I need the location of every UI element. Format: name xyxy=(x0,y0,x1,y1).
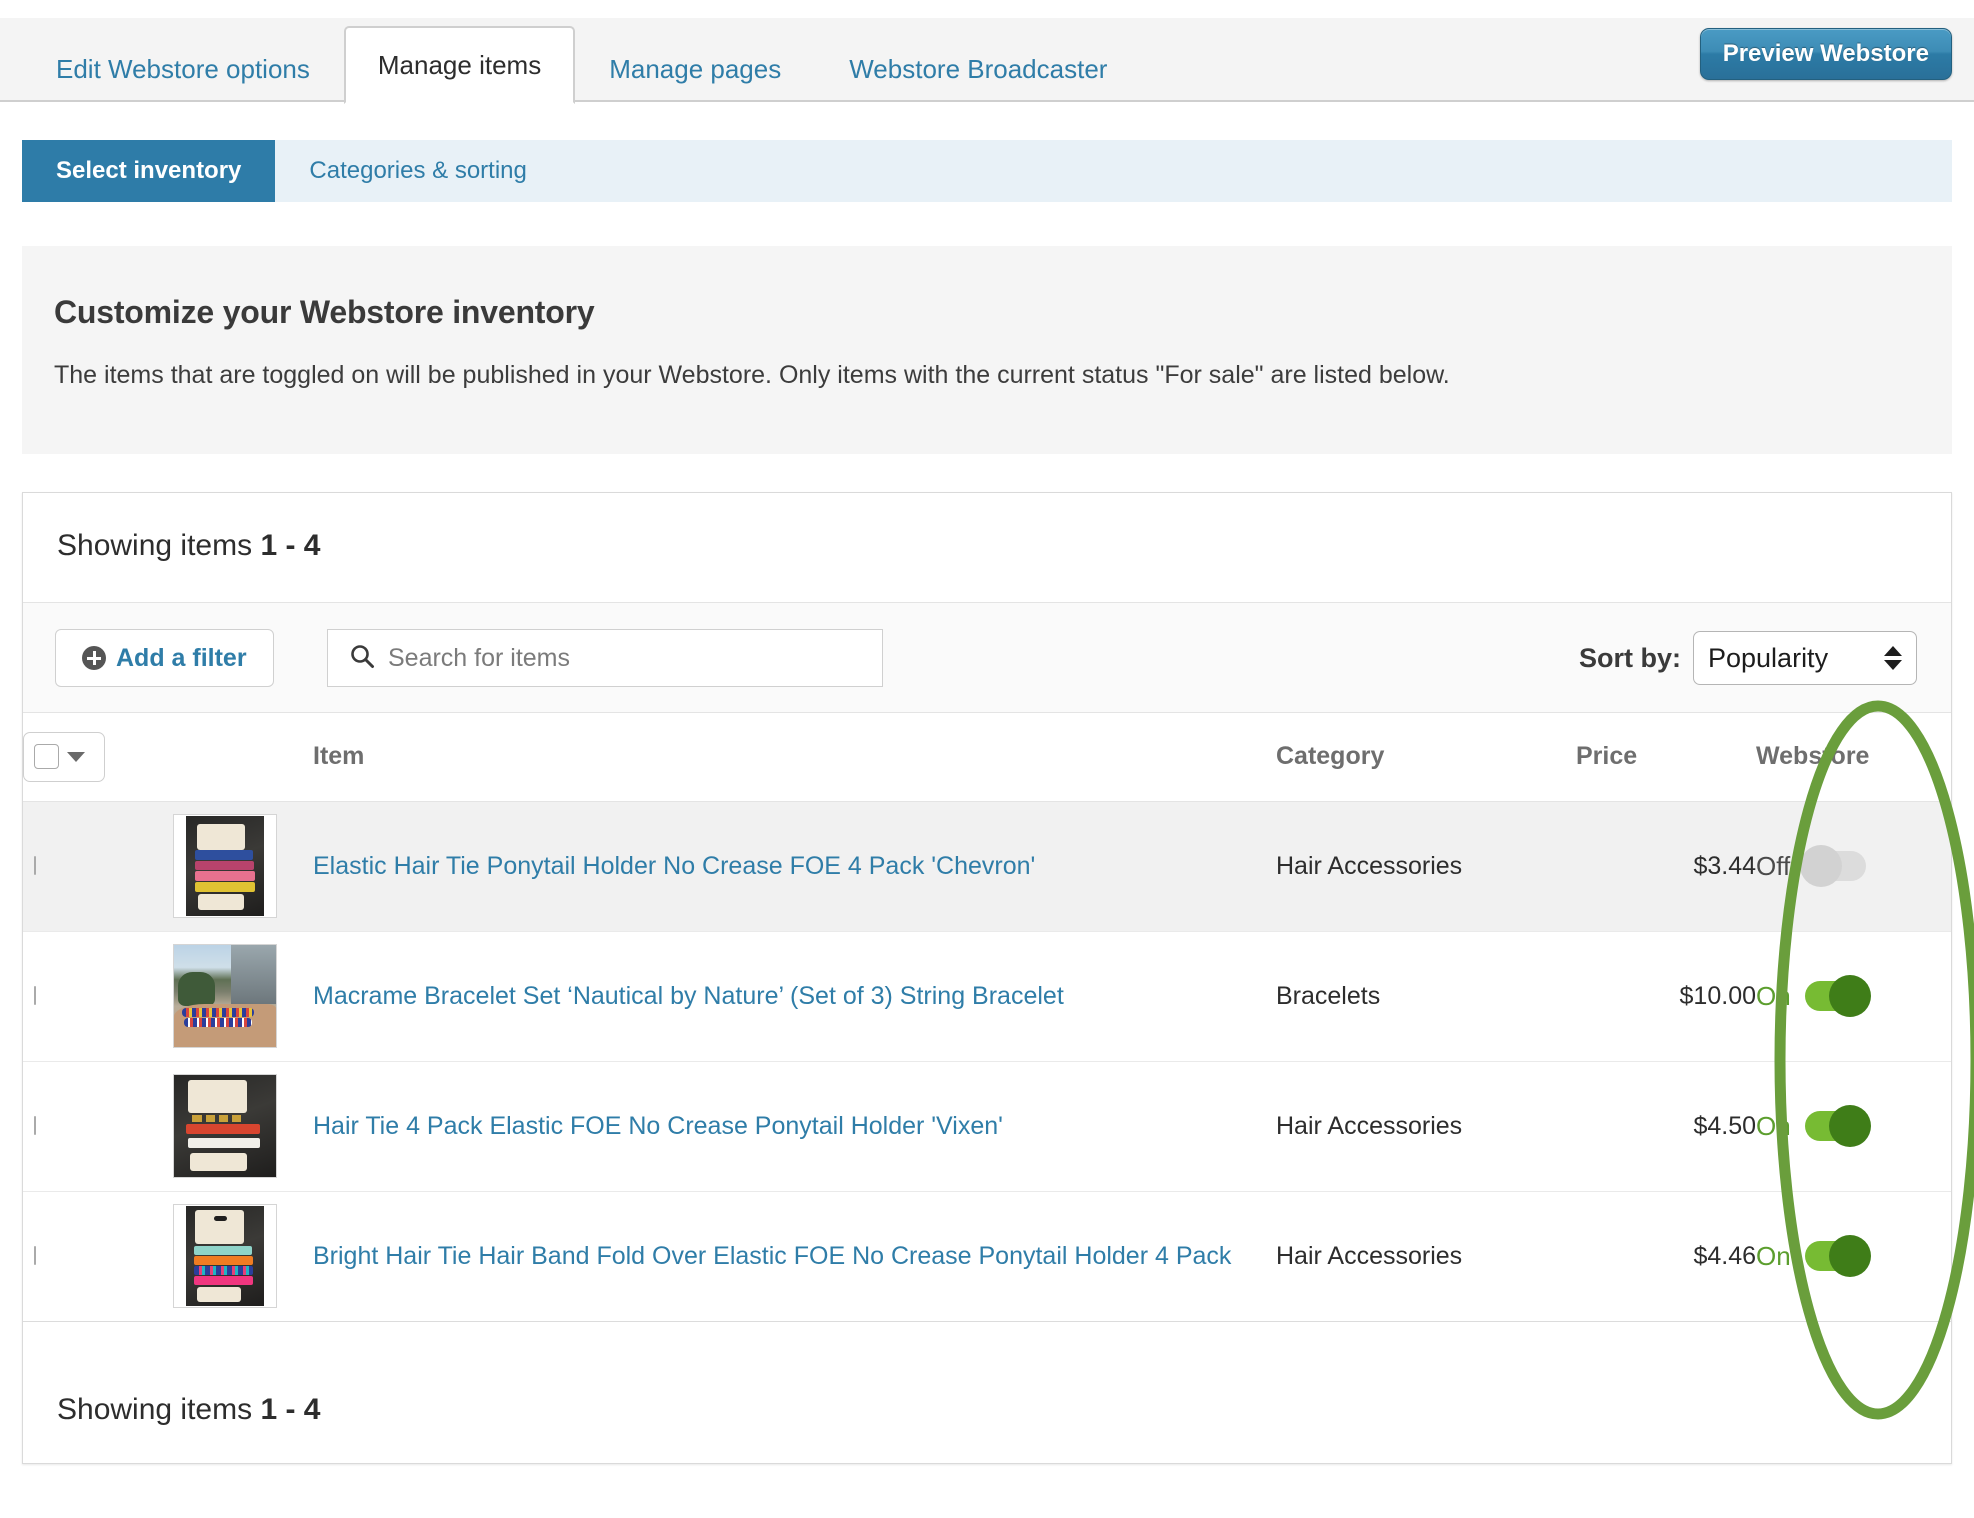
updown-arrows-icon xyxy=(1884,646,1902,670)
select-all-checkbox[interactable] xyxy=(34,744,59,770)
showing-items-top: Showing items 1 - 4 xyxy=(57,529,320,563)
search-icon xyxy=(348,642,376,675)
row-webstore-cell: On xyxy=(1756,1191,1951,1322)
item-thumbnail xyxy=(173,944,277,1048)
plus-circle-icon xyxy=(82,646,106,670)
item-column-header: Item xyxy=(313,713,1276,802)
row-item-cell: Macrame Bracelet Set ‘Nautical by Nature… xyxy=(313,931,1276,1062)
webstore-toggle[interactable] xyxy=(1800,845,1867,887)
thumbnail-header xyxy=(173,713,313,802)
row-checkbox[interactable] xyxy=(34,1246,36,1265)
table-row[interactable]: Hair Tie 4 Pack Elastic FOE No Crease Po… xyxy=(23,1061,1951,1192)
sub-tab-bar: Select inventory Categories & sorting xyxy=(22,140,1952,202)
select-all-dropdown[interactable] xyxy=(23,731,105,782)
row-price-cell: $4.50 xyxy=(1576,1061,1756,1192)
search-box[interactable] xyxy=(327,629,883,687)
webstore-column-header: Webstore xyxy=(1756,713,1951,802)
item-title-link[interactable]: Macrame Bracelet Set ‘Nautical by Nature… xyxy=(313,982,1064,1010)
tab-manage-pages[interactable]: Manage pages xyxy=(575,36,815,102)
item-title-link[interactable]: Bright Hair Tie Hair Band Fold Over Elas… xyxy=(313,1242,1231,1270)
row-category-cell: Hair Accessories xyxy=(1276,801,1576,932)
items-table-body: Elastic Hair Tie Ponytail Holder No Crea… xyxy=(23,801,1951,1322)
sort-by-label: Sort by: xyxy=(1578,642,1681,673)
row-price-cell: $3.44 xyxy=(1576,801,1756,932)
item-thumbnail xyxy=(173,1204,277,1308)
row-item-cell: Hair Tie 4 Pack Elastic FOE No Crease Po… xyxy=(313,1061,1276,1192)
showing-items-top-range: 1 - 4 xyxy=(260,529,321,562)
row-item-cell: Bright Hair Tie Hair Band Fold Over Elas… xyxy=(313,1191,1276,1322)
chevron-down-icon xyxy=(67,751,85,762)
info-panel-heading: Customize your Webstore inventory xyxy=(54,294,595,330)
row-checkbox[interactable] xyxy=(34,856,36,875)
search-input[interactable] xyxy=(388,643,882,673)
table-row[interactable]: Macrame Bracelet Set ‘Nautical by Nature… xyxy=(23,931,1951,1062)
tab-edit-webstore-options[interactable]: Edit Webstore options xyxy=(22,36,344,102)
info-panel-body: The items that are toggled on will be pu… xyxy=(54,361,1450,389)
showing-items-bottom: Showing items 1 - 4 xyxy=(57,1393,320,1427)
row-price-cell: $10.00 xyxy=(1576,931,1756,1062)
row-select-cell xyxy=(23,1191,173,1322)
showing-items-top-prefix: Showing items xyxy=(57,529,253,562)
webstore-toggle-label: On xyxy=(1756,1240,1791,1271)
subtab-select-inventory[interactable]: Select inventory xyxy=(22,140,276,202)
list-toolbar: Add a filter Sort by: Popularity xyxy=(23,603,1951,713)
row-price-cell: $4.46 xyxy=(1576,1191,1756,1322)
webstore-toggle-label: On xyxy=(1756,980,1791,1011)
row-category-cell: Bracelets xyxy=(1276,931,1576,1062)
inventory-card: Showing items 1 - 4 Add a filter Search … xyxy=(22,492,1952,1464)
row-thumbnail-cell xyxy=(173,931,313,1062)
row-select-cell xyxy=(23,1061,173,1192)
sort-by-select[interactable]: Popularity xyxy=(1693,631,1917,685)
row-checkbox[interactable] xyxy=(34,1116,36,1135)
items-table: Item Category Price Webstore Elastic Hai… xyxy=(23,713,1951,1322)
item-thumbnail xyxy=(173,814,277,918)
sort-by-value: Popularity xyxy=(1708,642,1829,673)
row-checkbox[interactable] xyxy=(34,986,36,1005)
webstore-toggle[interactable] xyxy=(1804,1235,1871,1277)
row-select-cell xyxy=(23,801,173,932)
category-column-header: Category xyxy=(1276,713,1576,802)
row-select-cell xyxy=(23,931,173,1062)
webstore-toggle-label: Off xyxy=(1756,850,1791,881)
sort-by-control: Sort by: Popularity xyxy=(1579,631,1917,685)
table-row[interactable]: Elastic Hair Tie Ponytail Holder No Crea… xyxy=(23,801,1951,932)
top-tab-list: Edit Webstore options Manage items Manag… xyxy=(22,26,1141,104)
add-a-filter-label: Add a filter xyxy=(116,643,247,672)
page-root: Edit Webstore options Manage items Manag… xyxy=(0,0,1974,1518)
top-tab-bar: Edit Webstore options Manage items Manag… xyxy=(0,18,1974,104)
row-webstore-cell: On xyxy=(1756,1061,1951,1192)
items-table-header-row: Item Category Price Webstore xyxy=(23,713,1951,802)
table-row[interactable]: Bright Hair Tie Hair Band Fold Over Elas… xyxy=(23,1191,1951,1322)
tab-webstore-broadcaster[interactable]: Webstore Broadcaster xyxy=(815,36,1141,102)
item-thumbnail xyxy=(173,1074,277,1178)
price-column-header: Price xyxy=(1576,713,1756,802)
info-panel: Customize your Webstore inventory The it… xyxy=(22,246,1952,454)
preview-webstore-button[interactable]: Preview Webstore xyxy=(1699,28,1952,80)
items-table-head: Item Category Price Webstore xyxy=(23,713,1951,802)
row-webstore-cell: Off xyxy=(1756,801,1951,932)
webstore-toggle-label: On xyxy=(1756,1110,1791,1141)
row-thumbnail-cell xyxy=(173,1061,313,1192)
tab-manage-items[interactable]: Manage items xyxy=(343,26,576,104)
webstore-toggle[interactable] xyxy=(1804,1105,1871,1147)
row-thumbnail-cell xyxy=(173,1191,313,1322)
subtab-categories-sorting[interactable]: Categories & sorting xyxy=(275,140,560,202)
card-header: Showing items 1 - 4 xyxy=(23,493,1951,603)
row-webstore-cell: On xyxy=(1756,931,1951,1062)
select-all-header xyxy=(23,713,173,802)
item-title-link[interactable]: Hair Tie 4 Pack Elastic FOE No Crease Po… xyxy=(313,1112,1003,1140)
add-a-filter-button[interactable]: Add a filter xyxy=(55,629,274,687)
row-item-cell: Elastic Hair Tie Ponytail Holder No Crea… xyxy=(313,801,1276,932)
row-thumbnail-cell xyxy=(173,801,313,932)
showing-items-bottom-prefix: Showing items xyxy=(57,1393,253,1426)
item-title-link[interactable]: Elastic Hair Tie Ponytail Holder No Crea… xyxy=(313,852,1035,880)
row-category-cell: Hair Accessories xyxy=(1276,1061,1576,1192)
showing-items-bottom-range: 1 - 4 xyxy=(260,1393,321,1426)
webstore-toggle[interactable] xyxy=(1804,975,1871,1017)
row-category-cell: Hair Accessories xyxy=(1276,1191,1576,1322)
